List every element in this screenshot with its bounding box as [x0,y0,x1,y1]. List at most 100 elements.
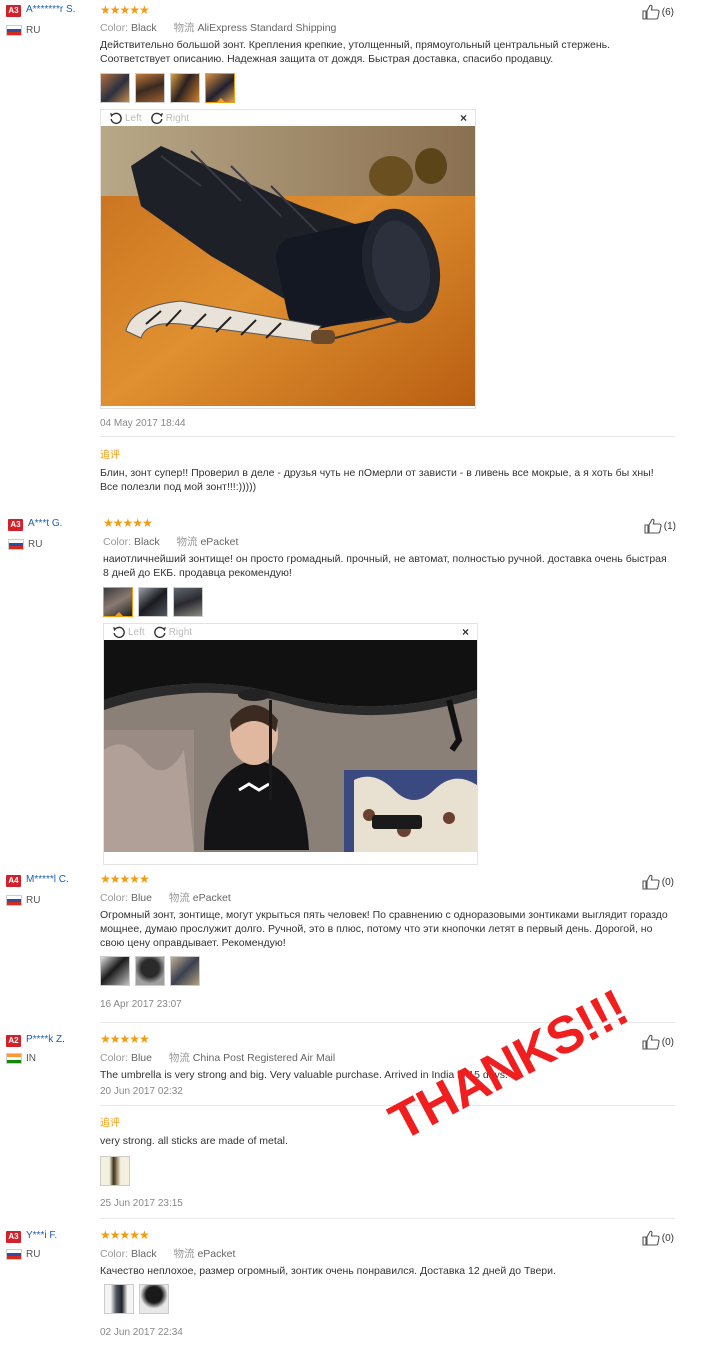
review-text: Огромный зонт, зонтище, могут укрыться п… [100,909,668,949]
photo-thumbnail-selected[interactable] [205,73,235,103]
india-flag-icon [6,1053,22,1064]
rating-stars: ★★★★★ [100,1228,150,1242]
photo-thumbnail[interactable] [170,956,200,986]
reviewer-country: IN [26,1053,36,1064]
review-text: наиотличнейший зонтище! он просто громад… [103,553,667,579]
photo-viewer: Left Right × [103,623,478,865]
order-info: Color: Black 物流 ePacket [103,534,238,549]
rotate-left-label: Left [125,112,142,124]
photo-thumbnail-selected[interactable] [103,587,133,617]
thanks-overlay-text: THANKS!!! [380,979,637,1153]
thumbs-up-icon [642,874,660,890]
reviewer-name[interactable]: Y***i F. [26,1230,57,1241]
rating-stars: ★★★★★ [100,1032,150,1046]
rotate-right-label: Right [168,626,193,638]
followup-label: 追评 [100,1118,120,1129]
shipping-value: ePacket [200,536,239,548]
rating-stars: ★★★★★ [103,516,153,530]
photo-thumbnails [100,1156,130,1186]
photo-thumbnail[interactable] [135,73,165,103]
order-info: Color: Black 物流 ePacket [100,1246,235,1261]
photo-thumbnail[interactable] [139,1284,169,1314]
rotate-left-button[interactable]: Left [112,625,145,639]
shipping-label: 物流 [176,536,198,548]
color-value: Black [130,1248,157,1260]
followup-date: 25 Jun 2017 23:15 [100,1198,183,1209]
helpful-count: (0) [661,1232,674,1244]
shipping-label: 物流 [168,892,190,904]
reviewer-country: RU [26,1249,41,1260]
photo-thumbnail[interactable] [100,73,130,103]
reviewer-name[interactable]: P****k Z. [26,1034,65,1045]
rating-stars: ★★★★★ [100,3,150,17]
shipping-label: 物流 [173,1248,195,1260]
rotate-right-icon [153,625,167,639]
rotate-left-icon [112,625,126,639]
thumbs-up-icon [642,4,660,20]
color-label: Color: [100,1248,129,1260]
color-label: Color: [100,22,129,34]
reviewer-name[interactable]: A***t G. [28,518,62,529]
buyer-level-badge: A2 [6,1035,21,1047]
rating-stars: ★★★★★ [100,872,150,886]
photo-viewer: Left Right × [100,109,476,409]
review-photo [101,126,475,406]
rotate-right-button[interactable]: Right [153,625,192,639]
order-info: Color: Blue 物流 China Post Registered Air… [100,1050,335,1065]
russia-flag-icon [6,1249,22,1260]
russia-flag-icon [8,539,24,550]
reviewer-country: RU [26,895,41,906]
review-photo [104,640,477,852]
rotate-right-icon [150,111,164,125]
review-date: 04 May 2017 18:44 [100,418,186,429]
buyer-level-badge: A3 [8,519,23,531]
rotate-left-icon [109,111,123,125]
reviewer-name[interactable]: M*****l C. [26,874,69,885]
color-label: Color: [100,1052,129,1064]
person-under-umbrella-photo [104,640,477,852]
helpful-count: (0) [661,876,674,888]
followup-label: 追评 [100,450,120,461]
rotate-left-button[interactable]: Left [109,111,142,125]
followup-text: very strong. all sticks are made of meta… [100,1135,288,1147]
helpful-count: (0) [661,1036,674,1048]
review-text: Качество неплохое, размер огромный, зонт… [100,1265,556,1277]
photo-thumbnail[interactable] [173,587,203,617]
rotate-right-button[interactable]: Right [150,111,189,125]
photo-thumbnail[interactable] [138,587,168,617]
buyer-level-badge: A4 [6,875,21,887]
reviewer-name[interactable]: A*******r S. [26,4,75,15]
helpful-button[interactable]: (0) [642,874,674,890]
helpful-button[interactable]: (0) [642,1034,674,1050]
helpful-button[interactable]: (6) [642,4,674,20]
shipping-label: 物流 [168,1052,190,1064]
folded-umbrella-photo [101,126,475,406]
color-value: Black [133,536,160,548]
russia-flag-icon [6,25,22,36]
review-text: Действительно большой зонт. Крепления кр… [100,39,611,65]
color-label: Color: [100,892,129,904]
color-value: Blue [130,1052,152,1064]
close-viewer-button[interactable]: × [462,625,469,639]
close-viewer-button[interactable]: × [460,111,467,125]
helpful-button[interactable]: (1) [644,518,676,534]
photo-thumbnail[interactable] [135,956,165,986]
buyer-level-badge: A3 [6,1231,21,1243]
photo-thumbnails [103,587,203,617]
buyer-level-badge: A3 [6,5,21,17]
photo-thumbnail[interactable] [100,1156,130,1186]
photo-thumbnail[interactable] [104,1284,134,1314]
review-date: 20 Jun 2017 02:32 [100,1086,183,1097]
photo-thumbnail[interactable] [170,73,200,103]
shipping-value: AliExpress Standard Shipping [197,22,337,34]
thumbs-up-icon [642,1230,660,1246]
russia-flag-icon [6,895,22,906]
photo-thumbnails [100,956,200,986]
reviewer-country: RU [28,539,43,550]
helpful-count: (1) [663,520,676,532]
thumbs-up-icon [642,1034,660,1050]
divider [100,1218,675,1219]
photo-thumbnail[interactable] [100,956,130,986]
order-info: Color: Blue 物流 ePacket [100,890,231,905]
helpful-button[interactable]: (0) [642,1230,674,1246]
